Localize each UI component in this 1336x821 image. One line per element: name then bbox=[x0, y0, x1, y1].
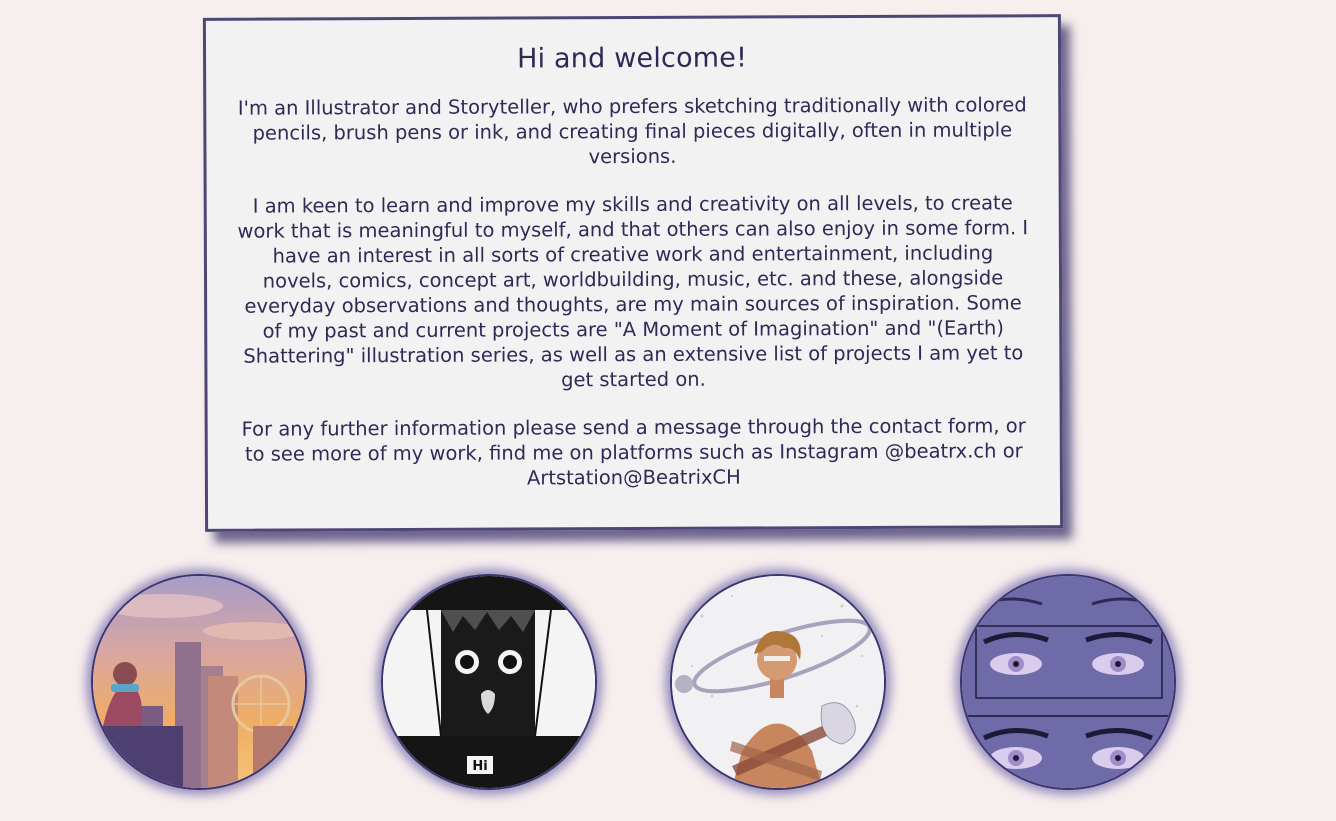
cat-hi-label: Hi bbox=[472, 759, 487, 774]
welcome-card: Hi and welcome! I'm an Illustrator and S… bbox=[202, 14, 1064, 532]
purple-eyes-illustration bbox=[962, 576, 1174, 788]
ringed-figure-illustration bbox=[672, 576, 884, 788]
city-sunset-illustration bbox=[93, 576, 305, 788]
gallery-image-black-cat[interactable]: Hi bbox=[381, 574, 597, 790]
interests-paragraph: I am keen to learn and improve my skills… bbox=[237, 191, 1029, 392]
black-cat-illustration: Hi bbox=[383, 576, 595, 788]
gallery-image-purple-eyes[interactable] bbox=[960, 574, 1176, 790]
intro-paragraph: I'm an Illustrator and Storyteller, who … bbox=[237, 93, 1027, 169]
welcome-title: Hi and welcome! bbox=[516, 42, 748, 75]
gallery-image-city-sunset[interactable] bbox=[91, 574, 307, 790]
contact-paragraph: For any further information please send … bbox=[241, 414, 1026, 490]
page: Hi and welcome! I'm an Illustrator and S… bbox=[0, 0, 1336, 821]
gallery-image-ringed-figure[interactable] bbox=[670, 574, 886, 790]
